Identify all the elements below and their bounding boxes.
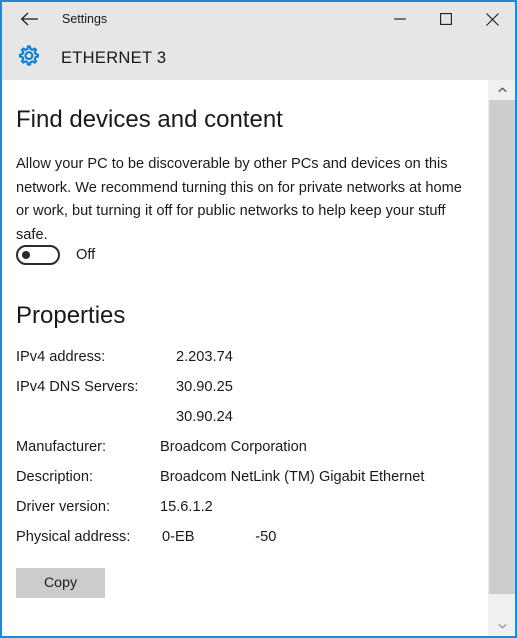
scrollbar-thumb[interactable] [489, 100, 515, 594]
window-controls [377, 2, 515, 36]
property-label: IPv4 DNS Servers: [16, 379, 139, 395]
property-value: Broadcom Corporation [160, 439, 307, 455]
toggle-knob [22, 251, 30, 259]
property-value: 30.90.24 [176, 409, 233, 425]
discoverability-toggle-row: Off [16, 243, 95, 267]
maximize-button[interactable] [423, 2, 469, 36]
property-row: Physical address: 0-EB -50 [16, 529, 476, 559]
settings-window: Settings ETHERNET 3 Find devices and con… [0, 0, 517, 638]
scroll-down-button[interactable] [489, 616, 515, 636]
discoverability-toggle[interactable] [16, 245, 60, 265]
close-button[interactable] [469, 2, 515, 36]
property-label: Description: [16, 469, 94, 485]
title-bar: Settings [2, 2, 515, 36]
copy-button[interactable]: Copy [16, 568, 105, 598]
page-title: Find devices and content [16, 106, 283, 133]
close-icon [485, 12, 499, 26]
property-row: IPv4 DNS Servers: 30.90.25 [16, 379, 476, 409]
vertical-scrollbar[interactable] [488, 80, 515, 636]
chevron-up-icon [497, 87, 507, 93]
property-value: 2.203.74 [176, 349, 233, 365]
scroll-up-button[interactable] [489, 80, 515, 100]
toggle-state-label: Off [76, 247, 96, 263]
app-title: ETHERNET 3 [61, 49, 167, 67]
minimize-button[interactable] [377, 2, 423, 36]
properties-list: IPv4 address: 2.203.74 IPv4 DNS Servers:… [16, 349, 476, 559]
chevron-down-icon [497, 623, 507, 629]
gear-icon [14, 42, 42, 70]
property-row: 30.90.24 [16, 409, 476, 439]
property-row: Manufacturer: Broadcom Corporation [16, 439, 476, 469]
back-button[interactable] [12, 4, 46, 34]
app-header: ETHERNET 3 [2, 36, 515, 80]
properties-title: Properties [16, 302, 126, 329]
property-label: Manufacturer: [16, 439, 107, 455]
window-title: Settings [62, 12, 108, 26]
maximize-icon [440, 13, 452, 25]
property-label: Driver version: [16, 499, 111, 515]
minimize-icon [394, 14, 406, 24]
description-text: Allow your PC to be discoverable by othe… [16, 156, 462, 243]
property-label: Physical address: [16, 529, 131, 545]
property-value: Broadcom NetLink (TM) Gigabit Ethernet [160, 469, 425, 485]
property-value: 0-EB -50 [162, 529, 277, 545]
property-row: Driver version: 15.6.1.2 [16, 499, 476, 529]
property-value: 15.6.1.2 [160, 499, 213, 515]
back-arrow-icon [20, 12, 39, 26]
property-value: 30.90.25 [176, 379, 233, 395]
property-row: Description: Broadcom NetLink (TM) Gigab… [16, 469, 476, 499]
property-label: IPv4 address: [16, 349, 106, 365]
property-row: IPv4 address: 2.203.74 [16, 349, 476, 379]
content-area: Find devices and content Allow your PC t… [2, 80, 489, 636]
